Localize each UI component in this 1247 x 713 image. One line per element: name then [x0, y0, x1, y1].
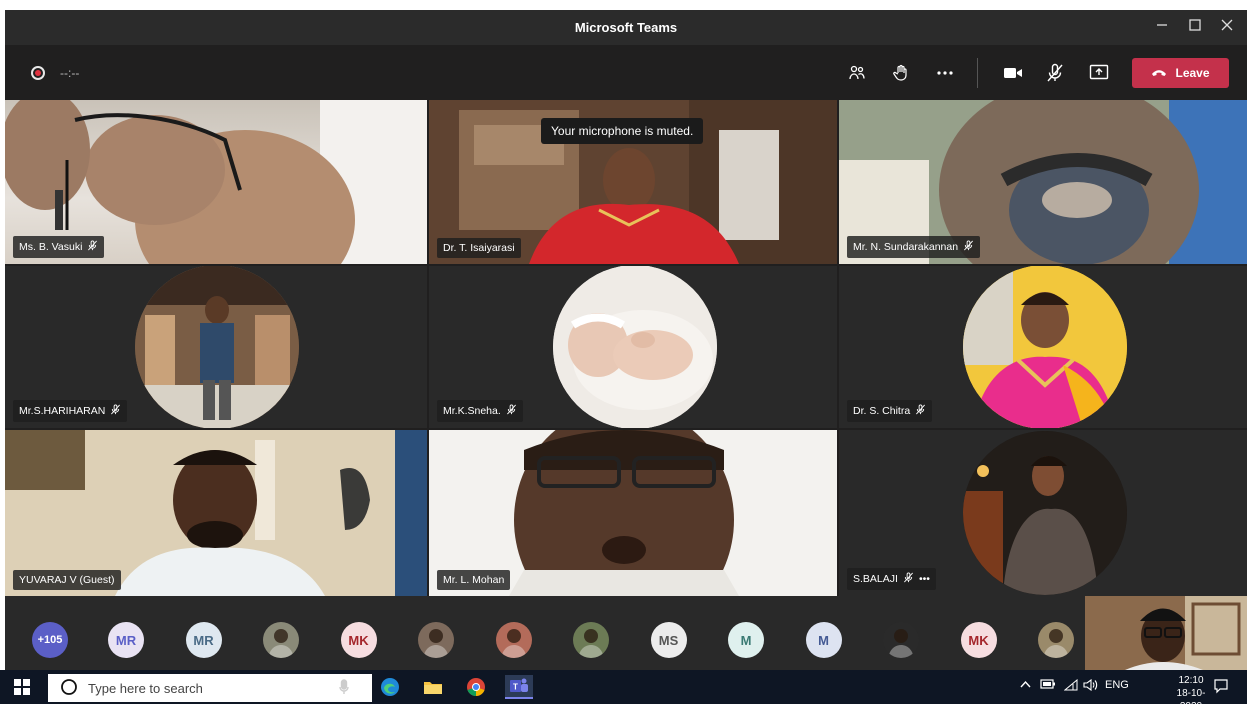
microphone-muted-toast: Your microphone is muted. — [541, 118, 704, 144]
share-screen-icon[interactable] — [1086, 60, 1112, 86]
phone-hangup-icon — [1151, 66, 1167, 80]
edge-icon[interactable] — [376, 675, 404, 699]
language-indicator[interactable]: ENG — [1105, 679, 1129, 691]
participant-photo-avatar[interactable] — [883, 622, 919, 658]
avatar — [963, 266, 1127, 428]
clock-time: 12:10 — [1178, 675, 1204, 686]
teams-window: Microsoft Teams --:-- Leave Ms. B. Vasuk… — [5, 10, 1247, 670]
chrome-icon[interactable] — [462, 675, 490, 699]
microphone-muted-icon — [903, 572, 914, 586]
search-placeholder: Type here to search — [88, 680, 203, 696]
participant-name-label: YUVARAJ V (Guest) — [13, 570, 121, 590]
participant-photo-avatar[interactable] — [495, 622, 532, 658]
chevron-up-icon[interactable] — [1020, 679, 1031, 691]
participant-initials-avatar[interactable]: MR — [185, 622, 222, 658]
avatar-initials: M — [818, 632, 829, 648]
participant-initials-avatar[interactable]: MS — [650, 622, 687, 658]
avatar-initials: MS — [658, 632, 679, 648]
participant-tile[interactable]: Ms. B. Vasuki — [5, 100, 427, 264]
avatar-initials: MR — [193, 632, 214, 648]
wifi-icon[interactable] — [1063, 678, 1078, 694]
volume-icon[interactable] — [1083, 678, 1099, 694]
raise-hand-icon[interactable] — [888, 60, 914, 86]
participant-name-label: Dr. T. Isaiyarasi — [437, 238, 521, 258]
microphone-muted-icon — [963, 240, 974, 254]
self-view-video[interactable] — [1085, 596, 1247, 670]
participant-tile[interactable]: S.BALAJI ••• — [839, 430, 1247, 596]
window-title: Microsoft Teams — [574, 20, 678, 35]
participant-photo-avatar[interactable] — [573, 622, 609, 658]
clock-date: 18-10-2020 — [1176, 688, 1206, 712]
taskbar-search-box[interactable]: Type here to search — [48, 674, 372, 702]
participant-name-label: Mr. L. Mohan — [437, 570, 511, 590]
svg-text:T: T — [513, 683, 518, 692]
more-options-icon[interactable]: ••• — [919, 573, 930, 585]
participant-name-label: S.BALAJI ••• — [847, 568, 936, 590]
participant-tile[interactable]: Mr.K.Sneha. — [429, 266, 837, 428]
participant-initials-avatar[interactable]: MK — [340, 622, 377, 658]
avatar-initials: M — [740, 632, 752, 648]
participant-tile[interactable]: Mr. L. Mohan — [429, 430, 837, 596]
participant-initials-avatar[interactable]: MK — [960, 622, 997, 658]
participant-tile[interactable]: YUVARAJ V (Guest) — [5, 430, 427, 596]
microphone-muted-icon[interactable] — [1042, 60, 1068, 86]
avatar-initials: MK — [348, 632, 369, 648]
meeting-toolbar: --:-- Leave — [5, 45, 1247, 100]
participant-photo-avatar[interactable] — [1038, 622, 1074, 658]
participant-tile[interactable]: Dr. S. Chitra — [839, 266, 1247, 428]
file-explorer-icon[interactable] — [419, 675, 447, 699]
notification-icon[interactable] — [1213, 678, 1229, 697]
video-grid: Ms. B. Vasuki Your microphone is muted. … — [5, 100, 1247, 596]
participant-initials-avatar[interactable]: MR — [108, 622, 144, 658]
more-participants-button[interactable]: +105 — [32, 622, 68, 658]
participant-photo-avatar[interactable] — [263, 622, 299, 658]
camera-icon[interactable] — [1000, 60, 1026, 86]
participant-name-label: Mr.K.Sneha. — [437, 400, 523, 422]
recording-indicator-icon — [31, 66, 45, 80]
participant-tile[interactable]: Mr.S.HARIHARAN — [5, 266, 427, 428]
title-bar: Microsoft Teams — [5, 10, 1247, 45]
participants-icon[interactable] — [844, 60, 870, 86]
leave-label: Leave — [1175, 66, 1210, 80]
windows-taskbar: Type here to search T ENG 12:10 18-10-20… — [0, 670, 1247, 712]
avatar — [963, 431, 1127, 595]
microphone-muted-icon — [87, 240, 98, 254]
clock[interactable]: 12:10 18-10-2020 — [1171, 674, 1211, 713]
windows-start-icon[interactable] — [8, 675, 36, 699]
more-options-icon[interactable] — [932, 60, 958, 86]
participant-name-label: Mr. N. Sundarakannan — [847, 236, 981, 258]
teams-icon[interactable]: T — [505, 675, 533, 699]
participant-name-label: Dr. S. Chitra — [847, 400, 933, 422]
avatar-initials: MR — [115, 632, 137, 648]
minimize-icon[interactable] — [1150, 16, 1174, 38]
participant-tile[interactable]: Your microphone is muted. Dr. T. Isaiyar… — [429, 100, 837, 264]
microphone-muted-icon — [110, 404, 121, 418]
avatar — [135, 266, 299, 428]
avatar-initials: MK — [968, 632, 989, 648]
microphone-muted-icon — [506, 404, 517, 418]
maximize-icon[interactable] — [1183, 16, 1207, 38]
participant-initials-avatar[interactable]: M — [728, 622, 764, 658]
meeting-timer: --:-- — [60, 66, 80, 80]
participant-name-label: Mr.S.HARIHARAN — [13, 400, 128, 422]
toolbar-divider — [977, 58, 978, 88]
leave-button[interactable]: Leave — [1132, 58, 1229, 88]
avatar — [553, 266, 717, 428]
participant-photo-avatar[interactable] — [418, 622, 454, 658]
participant-tile[interactable]: Mr. N. Sundarakannan — [839, 100, 1247, 264]
microphone-icon[interactable] — [330, 675, 358, 699]
battery-icon[interactable] — [1040, 679, 1056, 692]
search-icon — [60, 678, 78, 699]
microphone-muted-icon — [915, 404, 926, 418]
participant-strip: +105 MR MR MK MS M M MK — [5, 596, 1247, 670]
participant-name-label: Ms. B. Vasuki — [13, 236, 105, 258]
participant-initials-avatar[interactable]: M — [805, 622, 842, 658]
close-icon[interactable] — [1215, 16, 1239, 38]
